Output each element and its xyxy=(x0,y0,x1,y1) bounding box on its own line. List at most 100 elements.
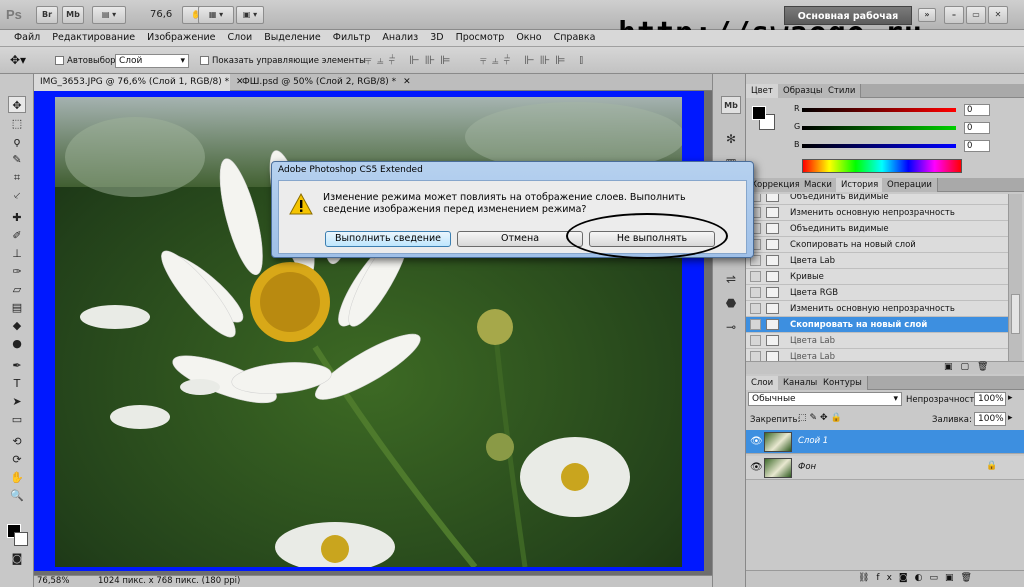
healing-tool-icon[interactable]: ✚ xyxy=(8,209,26,226)
history-item[interactable]: Изменить основную непрозрачность xyxy=(746,205,1008,221)
tab-swatches[interactable]: Образцы xyxy=(778,84,829,98)
eye-icon[interactable]: 👁 xyxy=(750,436,763,447)
menu-filter[interactable]: Фильтр xyxy=(327,30,377,46)
tab-styles[interactable]: Стили xyxy=(823,84,862,98)
3d-rotate-tool-icon[interactable]: ⟲ xyxy=(8,433,26,450)
autoselect-dropdown[interactable]: Слой ▾ xyxy=(115,54,189,68)
menu-select[interactable]: Выделение xyxy=(258,30,327,46)
menu-analysis[interactable]: Анализ xyxy=(376,30,424,46)
tab-channels[interactable]: Каналы xyxy=(778,376,824,390)
flatten-button[interactable]: Выполнить сведение xyxy=(325,231,451,247)
r-slider[interactable] xyxy=(802,108,956,112)
path-select-tool-icon[interactable]: ➤ xyxy=(8,393,26,410)
cancel-button[interactable]: Отмена xyxy=(457,231,583,247)
bridge-button[interactable]: Br xyxy=(36,6,58,24)
blur-tool-icon[interactable]: ◆ xyxy=(8,317,26,334)
gradient-tool-icon[interactable]: ▤ xyxy=(8,299,26,316)
opacity-input[interactable]: 100% xyxy=(974,392,1006,406)
close-window-button[interactable]: ✕ xyxy=(988,6,1008,24)
crop-tool-icon[interactable]: ⌗ xyxy=(8,169,26,186)
restore-button[interactable]: ▭ xyxy=(966,6,986,24)
dodge-tool-icon[interactable]: ● xyxy=(8,335,26,352)
tab-layers[interactable]: Слои xyxy=(746,376,780,390)
history-item[interactable]: Цвета RGB xyxy=(746,285,1008,301)
g-value[interactable]: 0 xyxy=(964,122,990,134)
history-item[interactable]: Цвета Lab xyxy=(746,333,1008,349)
menu-help[interactable]: Справка xyxy=(548,30,602,46)
history-snapshot-box[interactable] xyxy=(750,351,761,361)
history-item[interactable]: Цвета Lab xyxy=(746,253,1008,269)
history-icon[interactable]: ⇌ xyxy=(721,270,741,288)
history-item[interactable]: Скопировать на новый слой xyxy=(746,237,1008,253)
eyedropper-tool-icon[interactable]: ⸔ xyxy=(8,187,26,204)
history-snapshot-box[interactable] xyxy=(750,335,761,346)
marquee-tool-icon[interactable]: ⬚ xyxy=(8,115,26,132)
history-snapshot-box[interactable] xyxy=(750,319,761,330)
b-value[interactable]: 0 xyxy=(964,140,990,152)
layer-row-selected[interactable]: 👁 Слой 1 xyxy=(746,430,1024,454)
brush-tool-icon[interactable]: ✐ xyxy=(8,227,26,244)
tab-fsh-psd[interactable]: ФШ.psd @ 50% (Слой 2, RGB/8) * ✕ xyxy=(236,74,411,91)
history-brush-tool-icon[interactable]: ✑ xyxy=(8,263,26,280)
menu-edit[interactable]: Редактирование xyxy=(46,30,141,46)
align-icons[interactable]: ⫧⫨⫩ ⊩⊪⊫ xyxy=(365,53,456,68)
move-tool-icon[interactable]: ✥▾ xyxy=(10,53,26,67)
3d-panel-icon[interactable]: ✻ xyxy=(721,130,741,148)
eye-icon[interactable]: 👁 xyxy=(750,462,763,473)
tab-masks[interactable]: Маски xyxy=(799,178,838,192)
layer-row[interactable]: 👁 Фон 🔒 xyxy=(746,456,1024,480)
quick-mask-icon[interactable]: ◙ xyxy=(8,550,26,567)
fill-arrow-icon[interactable]: ▸ xyxy=(1008,413,1013,423)
menu-image[interactable]: Изображение xyxy=(141,30,221,46)
3d-camera-tool-icon[interactable]: ⟳ xyxy=(8,451,26,468)
lock-icons[interactable]: ⬚✎✥🔒 xyxy=(798,413,845,423)
show-transform-checkbox[interactable] xyxy=(200,56,209,65)
distribute-icons[interactable]: ⫧⫨⫩ ⊩⊪⊫ ⫾ xyxy=(480,53,588,68)
menu-window[interactable]: Окно xyxy=(510,30,547,46)
history-item[interactable]: Цвета Lab xyxy=(746,349,1008,361)
hand-tool-icon[interactable]: ✋ xyxy=(8,469,26,486)
type-tool-icon[interactable]: T xyxy=(8,375,26,392)
tab-adjustments[interactable]: Коррекция xyxy=(746,178,806,192)
zoom-tool-icon[interactable]: 🔍 xyxy=(8,487,26,504)
menu-view[interactable]: Просмотр xyxy=(450,30,511,46)
color-spectrum-bar[interactable] xyxy=(802,159,962,173)
stamp-tool-icon[interactable]: ⊥ xyxy=(8,245,26,262)
history-item[interactable]: Объединить видимые xyxy=(746,194,1008,205)
shape-tool-icon[interactable]: ▭ xyxy=(8,411,26,428)
menu-layers[interactable]: Слои xyxy=(221,30,258,46)
history-snapshot-box[interactable] xyxy=(750,303,761,314)
screen-mode-button[interactable]: ▣ ▾ xyxy=(236,6,264,24)
paths-icon[interactable]: ⊸ xyxy=(721,318,741,336)
history-item[interactable]: Объединить видимые xyxy=(746,221,1008,237)
menu-file[interactable]: Файл xyxy=(8,30,46,46)
history-item[interactable]: Изменить основную непрозрачность xyxy=(746,301,1008,317)
tab-actions[interactable]: Операции xyxy=(882,178,938,192)
menu-3d[interactable]: 3D xyxy=(424,30,449,46)
zoom-level[interactable]: 76,6 xyxy=(150,9,172,20)
pen-tool-icon[interactable]: ✒ xyxy=(8,357,26,374)
history-scrollbar[interactable] xyxy=(1008,194,1022,361)
r-value[interactable]: 0 xyxy=(964,104,990,116)
history-snapshot-box[interactable] xyxy=(750,271,761,282)
arrange-documents-button[interactable]: ▦ ▾ xyxy=(198,6,234,24)
tab-color[interactable]: Цвет xyxy=(746,84,779,98)
tab-img3653[interactable]: IMG_3653.JPG @ 76,6% (Слой 1, RGB/8) * ✕ xyxy=(34,74,244,91)
eraser-tool-icon[interactable]: ▱ xyxy=(8,281,26,298)
minimize-button[interactable]: – xyxy=(944,6,964,24)
layer-name[interactable]: Фон xyxy=(798,462,816,472)
status-zoom[interactable]: 76,58% xyxy=(37,576,69,587)
color-fg-swatch[interactable] xyxy=(752,106,766,120)
lasso-tool-icon[interactable]: ϙ xyxy=(8,133,26,150)
layer-name[interactable]: Слой 1 xyxy=(798,436,828,446)
fill-input[interactable]: 100% xyxy=(974,412,1006,426)
history-footer-icons[interactable]: ▣▢🗑 xyxy=(944,362,996,372)
history-snapshot-box[interactable] xyxy=(750,287,761,298)
g-slider[interactable] xyxy=(802,126,956,130)
autoselect-checkbox[interactable] xyxy=(55,56,64,65)
mini-bridge-button[interactable]: Mb xyxy=(62,6,84,24)
blend-mode-dropdown[interactable]: Обычные ▾ xyxy=(748,392,902,406)
opacity-arrow-icon[interactable]: ▸ xyxy=(1008,393,1013,403)
b-slider[interactable] xyxy=(802,144,956,148)
background-color-swatch[interactable] xyxy=(14,532,28,546)
